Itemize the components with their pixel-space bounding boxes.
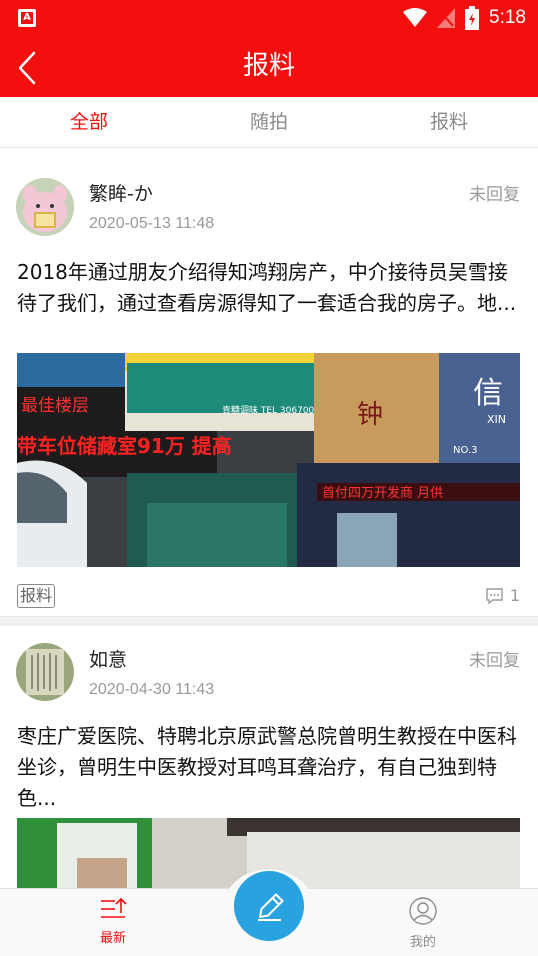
no3-text: NO.3: [453, 445, 478, 456]
back-button[interactable]: [10, 48, 50, 88]
comment-count-value: 1: [509, 586, 520, 605]
signal-icon: [437, 8, 456, 28]
status-time: 5:18: [489, 7, 526, 28]
post-text[interactable]: 枣庄广爱医院、特聘北京原武警总院曾明生教授在中医科坐诊，曾明生中医教授对耳鸣耳聋…: [17, 721, 525, 814]
app-notification-icon: A: [18, 9, 36, 27]
post-feed: 繁眸-か 2020-05-13 11:48 未回复 2018年通过朋友介绍得知鸿…: [0, 149, 538, 898]
app-bar: 报料: [0, 36, 538, 97]
status-bar: A 5:18: [0, 0, 538, 36]
nav-mine-label: 我的: [409, 935, 436, 950]
post-time: 2020-04-30 11:43: [89, 681, 215, 698]
avatar[interactable]: [16, 643, 74, 701]
page-title: 报料: [242, 51, 295, 81]
user-profile-icon: [409, 897, 437, 925]
reply-status-badge: 未回复: [469, 185, 520, 205]
latest-feed-icon: [101, 897, 127, 918]
post-time: 2020-05-13 11:48: [89, 215, 215, 232]
nav-latest-label: 最新: [99, 931, 126, 946]
post-divider: [0, 616, 538, 626]
post-text[interactable]: 2018年通过朋友介绍得知鸿翔房产，中介接待员吴雪接待了我们，通过查看房源得知了…: [17, 257, 525, 319]
post-image[interactable]: 最佳楼层 带车位储藏室91万 提高 青糖调味 TEL 3067000 钟 信 X…: [17, 353, 520, 567]
tab-all[interactable]: 全部: [29, 97, 149, 148]
tab-reports[interactable]: 报料: [389, 97, 509, 148]
svg-text:首付四万开发商 月供: 首付四万开发商 月供: [322, 485, 443, 501]
svg-text:最佳楼层: 最佳楼层: [21, 396, 89, 416]
tab-snapshots[interactable]: 随拍: [209, 97, 329, 148]
comment-icon: [486, 587, 503, 604]
wifi-icon: [403, 8, 428, 27]
brand-sub-text: XIN: [487, 413, 506, 426]
nav-mine[interactable]: 我的: [383, 897, 463, 950]
username[interactable]: 如意: [89, 645, 127, 672]
reply-status-badge: 未回复: [469, 651, 520, 671]
avatar[interactable]: [16, 178, 74, 236]
led-sign-text: 带车位储藏室91万 提高: [17, 434, 232, 458]
username[interactable]: 繁眸-か: [89, 179, 153, 206]
compose-button[interactable]: [234, 871, 304, 941]
status-icons: 5:18: [403, 6, 526, 30]
svg-text:钟: 钟: [357, 400, 383, 430]
post-card[interactable]: 如意 2020-04-30 11:43 未回复 枣庄广爱医院、特聘北京原武警总院…: [0, 626, 538, 898]
battery-icon: [465, 6, 480, 30]
brand-sign-text: 信: [473, 376, 503, 411]
comment-count[interactable]: 1: [485, 586, 520, 605]
nav-latest[interactable]: 最新: [73, 897, 153, 946]
post-card[interactable]: 繁眸-か 2020-05-13 11:48 未回复 2018年通过朋友介绍得知鸿…: [0, 149, 538, 616]
back-arrow-icon: [18, 51, 36, 85]
tab-bar: 全部 随拍 报料: [0, 97, 538, 148]
shop-sign-text: 青糖调味 TEL 3067000: [222, 404, 320, 416]
pencil-edit-icon: [258, 893, 284, 921]
category-tag: 报料: [17, 584, 56, 608]
